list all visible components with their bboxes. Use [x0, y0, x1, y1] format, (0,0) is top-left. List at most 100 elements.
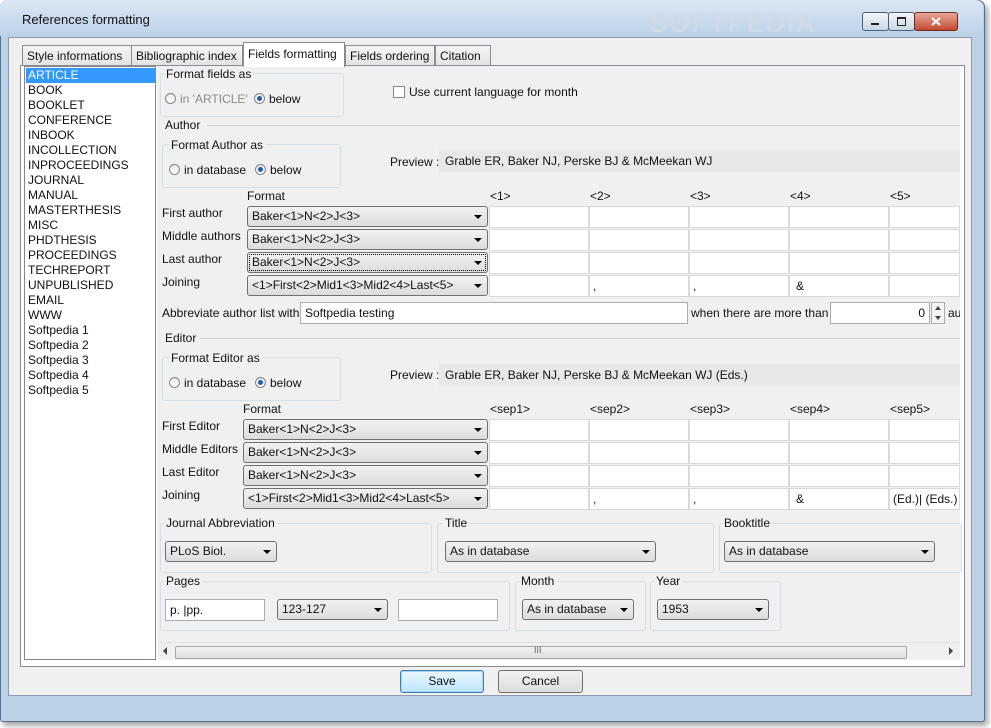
- last-editor-sep2-cell[interactable]: [589, 465, 689, 487]
- author-joining-sep2-cell[interactable]: ,: [589, 275, 689, 297]
- editor-joining-sep5-cell[interactable]: (Ed.)| (Eds.): [889, 488, 960, 510]
- editor-joining-sep3-cell[interactable]: ,: [689, 488, 789, 510]
- first-author-sep3-cell[interactable]: [689, 206, 789, 228]
- list-item[interactable]: Softpedia 5: [28, 383, 89, 398]
- middle-authors-sep3-cell[interactable]: [689, 229, 789, 251]
- middle-editors-sep1-cell[interactable]: [489, 442, 589, 464]
- editor-joining-sep4-cell[interactable]: &: [789, 488, 889, 510]
- list-item[interactable]: BOOK: [28, 83, 63, 98]
- horizontal-scrollbar[interactable]: III: [158, 642, 960, 660]
- last-author-sep1-cell[interactable]: [489, 252, 589, 274]
- month-format-select[interactable]: As in database: [522, 599, 634, 620]
- tab-citation[interactable]: Citation: [435, 45, 491, 66]
- list-item[interactable]: Softpedia 4: [28, 368, 89, 383]
- first-author-sep4-cell[interactable]: [789, 206, 889, 228]
- pages-prefix-input[interactable]: p. |pp.: [165, 599, 265, 621]
- first-editor-sep3-cell[interactable]: [689, 419, 789, 441]
- list-item[interactable]: INBOOK: [28, 128, 75, 143]
- author-joining-sep4-cell[interactable]: &: [789, 275, 889, 297]
- middle-authors-sep4-cell[interactable]: [789, 229, 889, 251]
- chevron-right-icon[interactable]: [949, 647, 953, 655]
- pages-suffix-input[interactable]: [398, 599, 498, 621]
- first-author-sep5-cell[interactable]: [889, 206, 960, 228]
- middle-editors-sep4-cell[interactable]: [789, 442, 889, 464]
- scrollbar-thumb[interactable]: III: [175, 645, 907, 659]
- first-author-sep2-cell[interactable]: [589, 206, 689, 228]
- author-joining-sep5-cell[interactable]: [889, 275, 960, 297]
- list-item[interactable]: PHDTHESIS: [28, 233, 97, 248]
- first-editor-format-select[interactable]: Baker<1>N<2>J<3>: [243, 419, 488, 440]
- list-item[interactable]: ARTICLE: [26, 68, 156, 83]
- editor-joining-sep1-cell[interactable]: [489, 488, 589, 510]
- maximize-button[interactable]: [888, 12, 915, 31]
- abbreviate-author-input[interactable]: Softpedia testing: [300, 302, 688, 324]
- author-joining-format-select[interactable]: <1>First<2>Mid1<3>Mid2<4>Last<5>: [247, 275, 488, 296]
- last-editor-sep5-cell[interactable]: [889, 465, 960, 487]
- list-item[interactable]: UNPUBLISHED: [28, 278, 113, 293]
- author-below-radio[interactable]: [255, 164, 266, 175]
- last-author-sep5-cell[interactable]: [889, 252, 960, 274]
- title-format-select[interactable]: As in database: [445, 541, 656, 562]
- middle-authors-sep5-cell[interactable]: [889, 229, 960, 251]
- list-item[interactable]: BOOKLET: [28, 98, 85, 113]
- list-item[interactable]: MASTERTHESIS: [28, 203, 121, 218]
- list-item[interactable]: MISC: [28, 218, 58, 233]
- editor-in-database-radio[interactable]: [169, 377, 180, 388]
- list-item[interactable]: INCOLLECTION: [28, 143, 117, 158]
- first-author-sep1-cell[interactable]: [489, 206, 589, 228]
- more-than-spin-input[interactable]: 0: [830, 302, 930, 324]
- middle-editors-format-select[interactable]: Baker<1>N<2>J<3>: [243, 442, 488, 463]
- editor-below-radio[interactable]: [255, 377, 266, 388]
- middle-authors-format-select[interactable]: Baker<1>N<2>J<3>: [247, 229, 488, 250]
- minimize-button[interactable]: [862, 12, 889, 31]
- first-editor-sep4-cell[interactable]: [789, 419, 889, 441]
- tab-fields-formatting[interactable]: Fields formatting: [243, 42, 345, 67]
- middle-authors-sep1-cell[interactable]: [489, 229, 589, 251]
- author-joining-sep3-cell[interactable]: ,: [689, 275, 789, 297]
- list-item[interactable]: WWW: [28, 308, 62, 323]
- editor-joining-sep2-cell[interactable]: ,: [589, 488, 689, 510]
- year-format-select[interactable]: 1953: [657, 599, 769, 620]
- last-author-sep3-cell[interactable]: [689, 252, 789, 274]
- middle-editors-sep3-cell[interactable]: [689, 442, 789, 464]
- list-item[interactable]: Softpedia 1: [28, 323, 89, 338]
- middle-authors-sep2-cell[interactable]: [589, 229, 689, 251]
- editor-joining-format-select[interactable]: <1>First<2>Mid1<3>Mid2<4>Last<5>: [243, 488, 488, 509]
- format-fields-in-article-radio[interactable]: [165, 93, 176, 104]
- save-button[interactable]: Save: [400, 670, 484, 693]
- more-than-spin-buttons[interactable]: [931, 302, 945, 324]
- format-fields-below-radio[interactable]: [254, 93, 265, 104]
- tab-bibliographic-index[interactable]: Bibliographic index: [131, 45, 243, 66]
- first-editor-sep5-cell[interactable]: [889, 419, 960, 441]
- chevron-left-icon[interactable]: [163, 647, 167, 655]
- last-author-sep2-cell[interactable]: [589, 252, 689, 274]
- author-joining-sep1-cell[interactable]: [489, 275, 589, 297]
- list-item[interactable]: Softpedia 2: [28, 338, 89, 353]
- last-author-format-select[interactable]: Baker<1>N<2>J<3>: [247, 252, 488, 273]
- list-item[interactable]: INPROCEEDINGS: [28, 158, 129, 173]
- tab-fields-ordering[interactable]: Fields ordering: [345, 45, 435, 66]
- author-in-database-radio[interactable]: [169, 164, 180, 175]
- journal-abbreviation-select[interactable]: PLoS Biol.: [165, 541, 277, 562]
- list-item[interactable]: EMAIL: [28, 293, 64, 308]
- list-item[interactable]: Softpedia 3: [28, 353, 89, 368]
- list-item[interactable]: PROCEEDINGS: [28, 248, 117, 263]
- pages-format-select[interactable]: 123-127: [277, 599, 388, 620]
- list-item[interactable]: MANUAL: [28, 188, 78, 203]
- list-item[interactable]: JOURNAL: [28, 173, 84, 188]
- cancel-button[interactable]: Cancel: [498, 670, 583, 693]
- booktitle-format-select[interactable]: As in database: [724, 541, 935, 562]
- close-button[interactable]: [914, 12, 958, 31]
- last-editor-format-select[interactable]: Baker<1>N<2>J<3>: [243, 465, 488, 486]
- use-current-language-checkbox[interactable]: [393, 86, 405, 98]
- first-editor-sep1-cell[interactable]: [489, 419, 589, 441]
- last-author-sep4-cell[interactable]: [789, 252, 889, 274]
- middle-editors-sep5-cell[interactable]: [889, 442, 960, 464]
- list-item[interactable]: CONFERENCE: [28, 113, 112, 128]
- middle-editors-sep2-cell[interactable]: [589, 442, 689, 464]
- last-editor-sep1-cell[interactable]: [489, 465, 589, 487]
- list-item[interactable]: TECHREPORT: [28, 263, 110, 278]
- last-editor-sep4-cell[interactable]: [789, 465, 889, 487]
- first-author-format-select[interactable]: Baker<1>N<2>J<3>: [247, 206, 488, 227]
- first-editor-sep2-cell[interactable]: [589, 419, 689, 441]
